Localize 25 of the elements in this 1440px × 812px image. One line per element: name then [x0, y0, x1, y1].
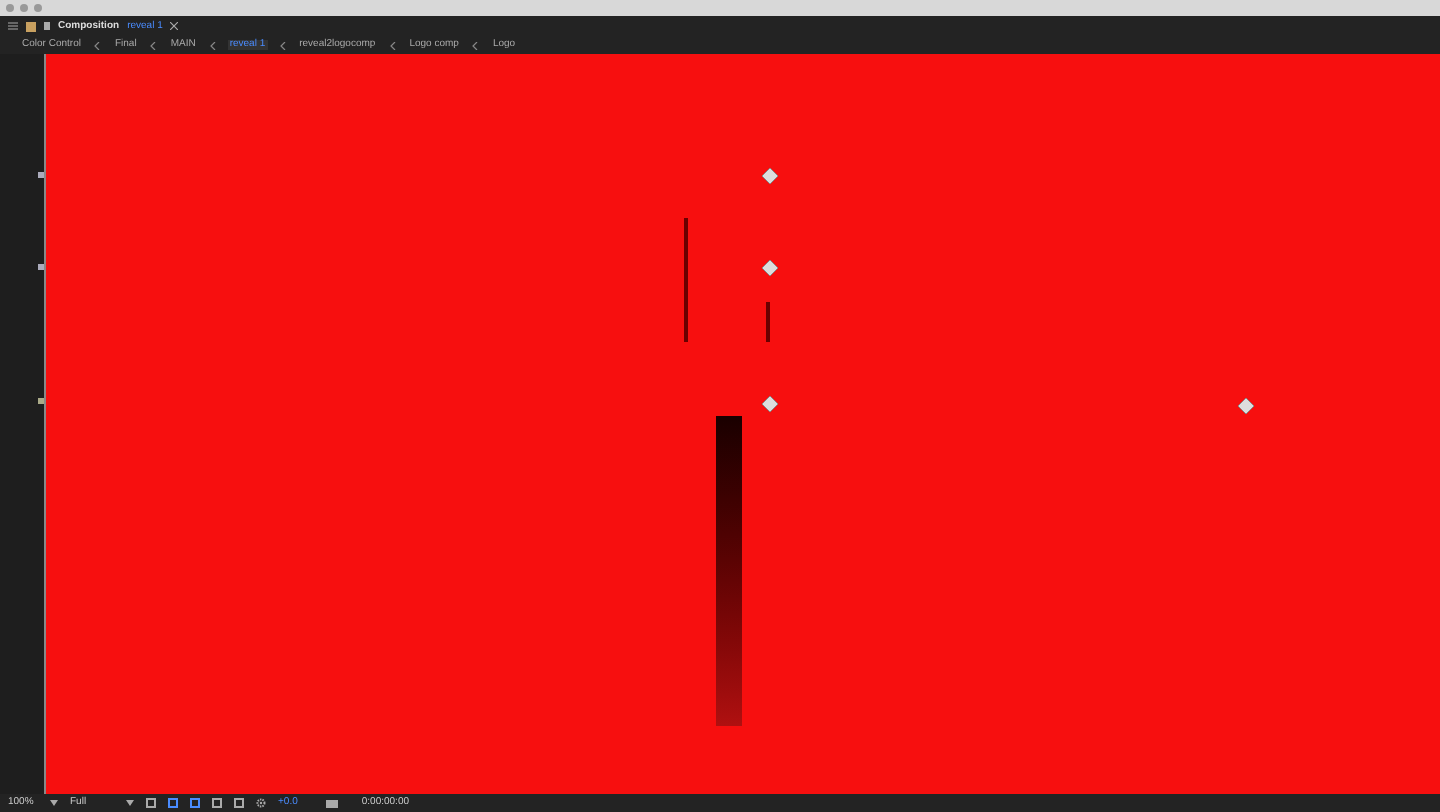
caret-icon: [50, 800, 58, 806]
chevron-icon: [150, 41, 157, 49]
menu-icon[interactable]: [8, 22, 18, 30]
toolbar-icon[interactable]: [212, 798, 222, 808]
anchor-point-icon[interactable]: [762, 396, 778, 412]
chevron-icon: [279, 41, 286, 49]
toolbar-icon[interactable]: [234, 798, 244, 808]
guide-marker-icon[interactable]: [38, 172, 44, 178]
guide-marker-icon[interactable]: [38, 264, 44, 270]
anchor-point-icon[interactable]: [762, 168, 778, 184]
guide-marker-icon[interactable]: [38, 398, 44, 404]
close-icon[interactable]: [170, 22, 179, 30]
chevron-icon: [94, 41, 101, 49]
anchor-point-icon[interactable]: [1238, 398, 1254, 414]
toolbar-icon[interactable]: [190, 798, 200, 808]
chevron-icon: [389, 41, 396, 49]
chevron-icon: [209, 41, 216, 49]
caret-icon: [126, 800, 134, 806]
settings-icon[interactable]: [256, 798, 266, 808]
toolbar-icon[interactable]: [168, 798, 178, 808]
camera-icon[interactable]: [325, 799, 338, 807]
composition-icon: [26, 21, 36, 31]
anchor-point-icon[interactable]: [762, 260, 778, 276]
chevron-icon: [472, 41, 479, 49]
toolbar-icon[interactable]: [146, 798, 156, 808]
